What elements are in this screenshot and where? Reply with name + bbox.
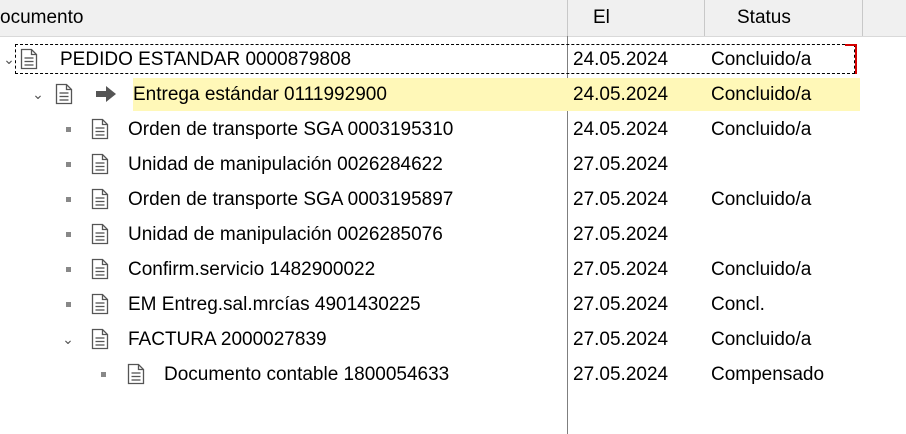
tree-row-handling-unit[interactable]: Unidad de manipulación 0026284622 27.05.… bbox=[0, 148, 906, 181]
arrow-right-icon bbox=[96, 86, 116, 102]
row-date: 27.05.2024 bbox=[573, 189, 669, 210]
column-header-status[interactable]: Status bbox=[737, 0, 847, 36]
tree-node-label[interactable]: FACTURA 2000027839 bbox=[128, 323, 327, 356]
chevron-down-icon[interactable]: ⌄ bbox=[2, 49, 16, 69]
tree-node-label[interactable]: EM Entreg.sal.mrcías 4901430225 bbox=[128, 288, 421, 321]
tree-node-label[interactable]: Orden de transporte SGA 0003195897 bbox=[128, 183, 453, 216]
tree-row-accounting-document[interactable]: Documento contable 1800054633 27.05.2024… bbox=[0, 358, 906, 391]
row-status: Concluido/a bbox=[711, 119, 812, 140]
row-date: 27.05.2024 bbox=[573, 364, 669, 385]
tree-row-handling-unit[interactable]: Unidad de manipulación 0026285076 27.05.… bbox=[0, 218, 906, 251]
row-status: Concl. bbox=[711, 294, 765, 315]
tree-leaf-bullet bbox=[66, 267, 71, 272]
tree-row-transport-order[interactable]: Orden de transporte SGA 0003195897 27.05… bbox=[0, 183, 906, 216]
column-divider[interactable] bbox=[862, 0, 863, 36]
tree-row-service-confirmation[interactable]: Confirm.servicio 1482900022 27.05.2024 C… bbox=[0, 253, 906, 286]
row-date: 27.05.2024 bbox=[573, 294, 669, 315]
row-date: 24.05.2024 bbox=[573, 49, 669, 70]
chevron-down-icon[interactable]: ⌄ bbox=[61, 329, 75, 349]
document-flow-tree: ocumento El Status ⌄ PEDIDO ESTANDAR 000… bbox=[0, 0, 906, 434]
tree-node-label[interactable]: Documento contable 1800054633 bbox=[164, 358, 449, 391]
document-icon bbox=[127, 363, 145, 385]
focus-marker bbox=[855, 44, 857, 74]
tree-node-label[interactable]: PEDIDO ESTANDAR 0000879808 bbox=[60, 43, 351, 76]
tree-node-label[interactable]: Orden de transporte SGA 0003195310 bbox=[128, 113, 453, 146]
tree-row-delivery[interactable]: ⌄ Entrega estándar 0111992900 24.05.2024… bbox=[0, 78, 906, 111]
column-divider[interactable] bbox=[567, 0, 568, 36]
document-icon bbox=[91, 328, 109, 350]
tree-node-label[interactable]: Unidad de manipulación 0026284622 bbox=[128, 148, 443, 181]
document-icon bbox=[55, 83, 73, 105]
tree-row-goods-issue[interactable]: EM Entreg.sal.mrcías 4901430225 27.05.20… bbox=[0, 288, 906, 321]
tree-node-label[interactable]: Confirm.servicio 1482900022 bbox=[128, 253, 375, 286]
column-divider[interactable] bbox=[704, 0, 705, 36]
document-icon bbox=[91, 153, 109, 175]
column-header-bar: ocumento El Status bbox=[0, 0, 906, 37]
document-icon bbox=[20, 48, 38, 70]
row-date: 27.05.2024 bbox=[573, 154, 669, 175]
row-status: Concluido/a bbox=[711, 84, 812, 105]
tree-leaf-bullet bbox=[66, 302, 71, 307]
row-date: 27.05.2024 bbox=[573, 224, 669, 245]
row-date: 27.05.2024 bbox=[573, 329, 669, 350]
tree-row-invoice[interactable]: ⌄ FACTURA 2000027839 27.05.2024 Concluid… bbox=[0, 323, 906, 356]
tree-node-label[interactable]: Unidad de manipulación 0026285076 bbox=[128, 218, 443, 251]
document-icon bbox=[91, 258, 109, 280]
tree-leaf-bullet bbox=[66, 127, 71, 132]
row-status: Concluido/a bbox=[711, 49, 812, 70]
tree-row-sales-order[interactable]: ⌄ PEDIDO ESTANDAR 0000879808 24.05.2024 … bbox=[0, 43, 906, 76]
tree-leaf-bullet bbox=[66, 232, 71, 237]
row-status: Concluido/a bbox=[711, 259, 812, 280]
document-icon bbox=[91, 293, 109, 315]
tree-leaf-bullet bbox=[66, 162, 71, 167]
column-header-date[interactable]: El bbox=[593, 0, 693, 36]
tree-leaf-bullet bbox=[101, 372, 106, 377]
document-icon bbox=[91, 118, 109, 140]
row-date: 24.05.2024 bbox=[573, 119, 669, 140]
tree-node-label[interactable]: Entrega estándar 0111992900 bbox=[133, 78, 387, 111]
row-date: 27.05.2024 bbox=[573, 259, 669, 280]
column-header-document[interactable]: ocumento bbox=[0, 0, 560, 36]
tree-leaf-bullet bbox=[66, 197, 71, 202]
tree-row-transport-order[interactable]: Orden de transporte SGA 0003195310 24.05… bbox=[0, 113, 906, 146]
row-status: Concluido/a bbox=[711, 189, 812, 210]
row-date: 24.05.2024 bbox=[573, 84, 669, 105]
document-icon bbox=[91, 223, 109, 245]
row-status: Concluido/a bbox=[711, 329, 812, 350]
chevron-down-icon[interactable]: ⌄ bbox=[31, 84, 45, 104]
document-icon bbox=[91, 188, 109, 210]
row-status: Compensado bbox=[711, 364, 825, 385]
